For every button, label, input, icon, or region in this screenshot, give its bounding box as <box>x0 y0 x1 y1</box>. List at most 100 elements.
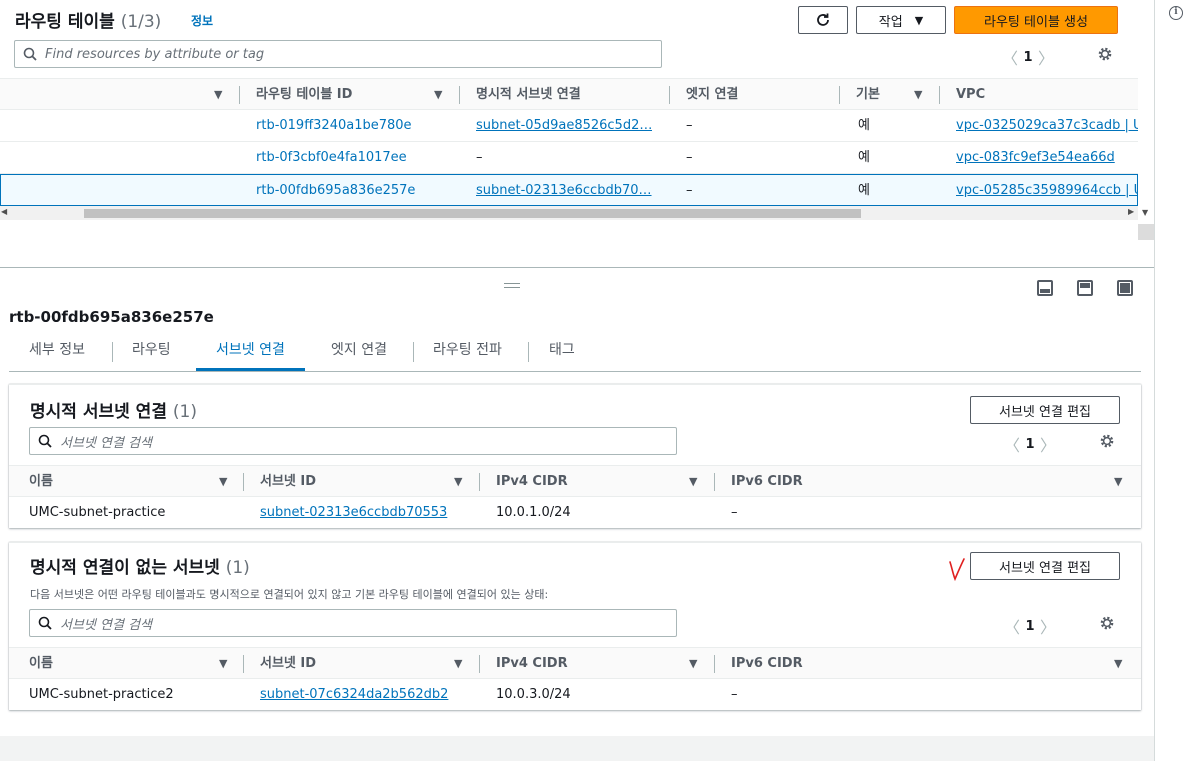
table-row[interactable]: UMC-subnet-practice subnet-02313e6ccbdb7… <box>9 497 1141 529</box>
sort-icon[interactable]: ▼ <box>214 79 222 111</box>
column-separator <box>714 473 715 491</box>
route-table-id[interactable]: rtb-00fdb695a836e257e <box>256 175 415 207</box>
table-row-selected[interactable]: rtb-00fdb695a836e257e subnet-02313e6ccbd… <box>0 174 1138 206</box>
column-header[interactable]: 엣지 연결 <box>686 79 738 111</box>
subnet-value: – <box>476 150 483 165</box>
chevron-left-icon[interactable]: 〈 <box>999 432 1025 456</box>
ipv6-cidr: – <box>731 687 738 702</box>
resize-handle-icon[interactable] <box>504 283 520 288</box>
column-separator <box>479 473 480 491</box>
main-value: 예 <box>858 183 870 198</box>
info-icon[interactable]: i <box>1169 6 1183 20</box>
route-tables-pane: 라우팅 테이블 (1/3) 정보 작업 ▼ 라우팅 테이블 생성 Find re… <box>0 0 1154 268</box>
chevron-right-icon[interactable]: 〉 <box>1035 432 1061 456</box>
sort-icon[interactable]: ▼ <box>1114 466 1122 498</box>
edit-subnet-associations-button[interactable]: 서브넷 연결 편집 <box>970 396 1120 424</box>
pagination: 〈 1 〉 <box>999 614 1061 638</box>
card-title-text: 명시적 연결이 없는 서브넷 <box>30 558 220 578</box>
panel-side-icon[interactable] <box>1077 280 1093 296</box>
create-route-table-button[interactable]: 라우팅 테이블 생성 <box>954 6 1118 34</box>
actions-button[interactable]: 작업 ▼ <box>856 6 946 34</box>
edge-value: – <box>686 183 693 198</box>
column-separator <box>243 655 244 673</box>
vpc-link[interactable]: vpc-0325029ca37c3cadb | U <box>956 110 1138 142</box>
gear-icon[interactable] <box>1099 433 1115 449</box>
sort-icon[interactable]: ▼ <box>1114 648 1122 680</box>
actions-label: 작업 <box>878 14 903 30</box>
column-separator <box>459 86 460 104</box>
route-table-id[interactable]: rtb-019ff3240a1be780e <box>256 110 412 142</box>
column-header[interactable]: 서브넷 ID <box>260 466 316 498</box>
sort-icon[interactable]: ▼ <box>914 79 922 111</box>
table-row[interactable]: rtb-0f3cbf0e4fa1017ee – – 예 vpc-083fc9ef… <box>0 142 1138 174</box>
sort-icon[interactable]: ▼ <box>689 466 697 498</box>
tab-edge-associations[interactable]: 엣지 연결 <box>311 334 407 370</box>
main-value: 예 <box>858 150 870 165</box>
subnet-id-link[interactable]: subnet-02313e6ccbdb70553 <box>260 497 447 529</box>
subnet-id-link[interactable]: subnet-07c6324da2b562db2 <box>260 679 448 711</box>
info-link[interactable]: 정보 <box>191 12 213 29</box>
scroll-left-icon[interactable]: ◀ <box>1 207 7 216</box>
help-rail: i <box>1154 0 1196 761</box>
column-header[interactable]: IPv6 CIDR <box>731 466 803 498</box>
table-row[interactable]: UMC-subnet-practice2 subnet-07c6324da2b5… <box>9 679 1141 711</box>
refresh-button[interactable] <box>798 6 848 34</box>
route-table-id[interactable]: rtb-0f3cbf0e4fa1017ee <box>256 142 407 174</box>
ipv6-cidr: – <box>731 505 738 520</box>
tab-routes[interactable]: 라우팅 <box>112 334 191 370</box>
red-check-annotation-icon <box>949 558 965 582</box>
gear-icon[interactable] <box>1097 46 1113 62</box>
tab-details[interactable]: 세부 정보 <box>9 334 105 370</box>
panel-bottom-icon[interactable] <box>1037 280 1053 296</box>
ipv4-cidr: 10.0.1.0/24 <box>496 505 571 520</box>
edit-subnet-associations-button[interactable]: 서브넷 연결 편집 <box>970 552 1120 580</box>
table-header: ▼ 라우팅 테이블 ID ▼ 명시적 서브넷 연결 엣지 연결 기본 ▼ VPC <box>0 78 1138 110</box>
scroll-right-icon[interactable]: ▶ <box>1128 207 1134 216</box>
page-number[interactable]: 1 <box>1025 437 1035 452</box>
tab-route-propagation[interactable]: 라우팅 전파 <box>413 334 522 370</box>
horizontal-scrollbar[interactable]: ◀ ▶ <box>0 206 1138 220</box>
page-number[interactable]: 1 <box>1025 619 1035 634</box>
scrollbar-thumb[interactable] <box>84 209 861 218</box>
chevron-left-icon[interactable]: 〈 <box>999 614 1025 638</box>
vpc-link[interactable]: vpc-083fc9ef3e54ea66d <box>956 142 1138 174</box>
chevron-left-icon[interactable]: 〈 <box>997 45 1023 69</box>
explicit-subnet-associations-card: 명시적 서브넷 연결 (1) 서브넷 연결 편집 서브넷 연결 검색 〈 1 〉… <box>9 384 1141 528</box>
vpc-link[interactable]: vpc-05285c35989964ccb | U <box>956 175 1138 207</box>
column-header[interactable]: 이름 <box>29 466 53 498</box>
column-header[interactable]: 이름 <box>29 648 53 680</box>
sort-icon[interactable]: ▼ <box>219 648 227 680</box>
tab-subnet-associations[interactable]: 서브넷 연결 <box>196 334 305 371</box>
column-header[interactable]: 라우팅 테이블 ID <box>256 79 352 111</box>
sort-icon[interactable]: ▼ <box>689 648 697 680</box>
search-placeholder: 서브넷 연결 검색 <box>60 435 152 451</box>
subnet-link[interactable]: subnet-05d9ae8526c5d2… <box>476 110 652 142</box>
chevron-right-icon[interactable]: 〉 <box>1033 45 1059 69</box>
resource-search-input[interactable]: Find resources by attribute or tag <box>14 40 662 68</box>
column-header[interactable]: IPv4 CIDR <box>496 648 568 680</box>
column-header[interactable]: IPv6 CIDR <box>731 648 803 680</box>
sort-icon[interactable]: ▼ <box>454 466 462 498</box>
column-header[interactable]: IPv4 CIDR <box>496 466 568 498</box>
panel-maximize-icon[interactable] <box>1117 280 1133 296</box>
column-header[interactable]: VPC <box>956 79 985 111</box>
gear-icon[interactable] <box>1099 615 1115 631</box>
subnet-association-search-input[interactable]: 서브넷 연결 검색 <box>29 427 677 455</box>
table-row[interactable]: rtb-019ff3240a1be780e subnet-05d9ae8526c… <box>0 110 1138 142</box>
subnet-link[interactable]: subnet-02313e6ccbdb70… <box>476 175 652 207</box>
column-header[interactable]: 서브넷 ID <box>260 648 316 680</box>
chevron-right-icon[interactable]: 〉 <box>1035 614 1061 638</box>
page-number[interactable]: 1 <box>1023 50 1033 65</box>
column-header[interactable]: 기본 <box>856 79 880 111</box>
tab-tags[interactable]: 태그 <box>529 334 595 370</box>
subnet-association-search-input[interactable]: 서브넷 연결 검색 <box>29 609 677 637</box>
sort-icon[interactable]: ▼ <box>434 79 442 111</box>
scroll-down-icon[interactable]: ▼ <box>1142 208 1148 217</box>
subnet-table: 이름 ▼ 서브넷 ID ▼ IPv4 CIDR ▼ IPv6 CIDR ▼ UM… <box>9 465 1141 529</box>
vertical-scrollbar[interactable]: ▼ <box>1138 78 1154 240</box>
card-description: 다음 서브넷은 어떤 라우팅 테이블과도 명시적으로 연결되어 있지 않고 기본… <box>30 588 549 601</box>
sort-icon[interactable]: ▼ <box>219 466 227 498</box>
column-header[interactable]: 명시적 서브넷 연결 <box>476 79 581 111</box>
column-separator <box>239 86 240 104</box>
sort-icon[interactable]: ▼ <box>454 648 462 680</box>
